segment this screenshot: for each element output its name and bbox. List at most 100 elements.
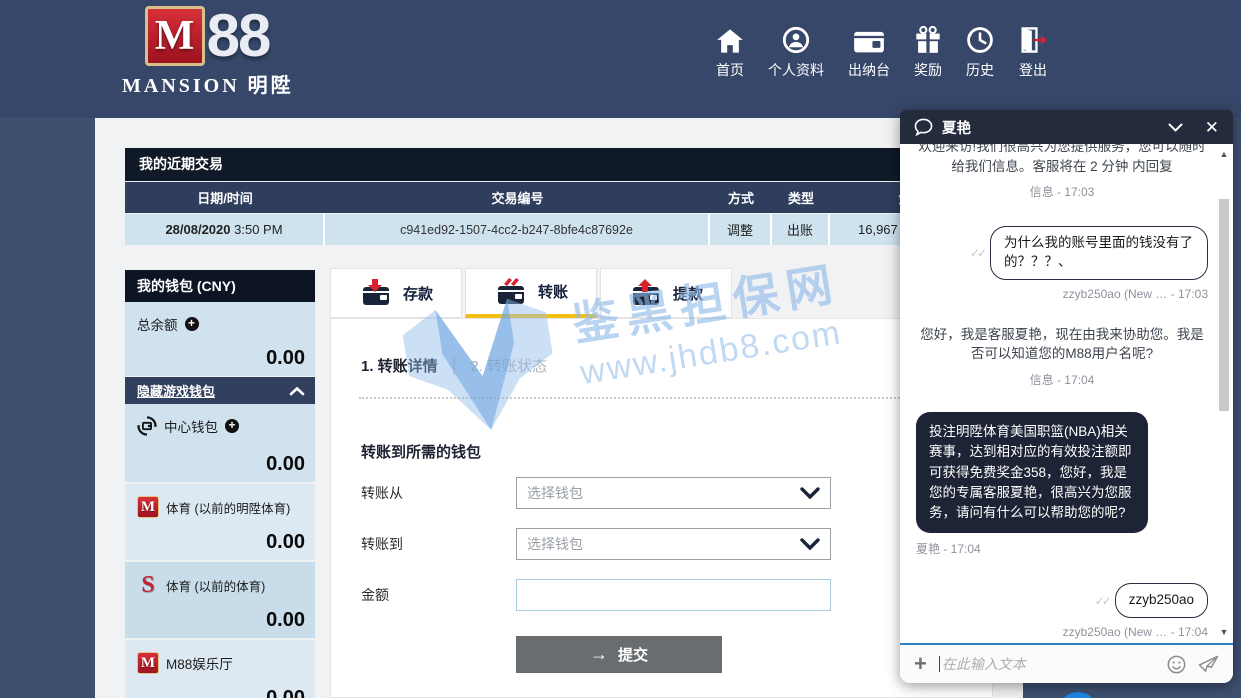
wallet-item-label: 中心钱包	[164, 416, 218, 436]
transfer-to-row: 转账到 选择钱包	[361, 528, 971, 560]
m88-casino-wallet-item: M M88娱乐厅 0.00	[125, 640, 315, 698]
logout-icon	[1018, 24, 1048, 54]
wallet-item-label: 体育 (以前的体育)	[166, 576, 265, 595]
chat-window: 夏艳 ✕ 欢迎来访!我们很高兴为您提供服务，您可以随时给我们信息。客服将在 2 …	[900, 110, 1233, 683]
transfer-from-row: 转账从 选择钱包	[361, 477, 971, 509]
recent-transactions: 我的近期交易 日期/时间 交易编号 方式 类型 金额 28/08/2020 3:…	[125, 148, 993, 245]
chat-bubble-icon	[914, 118, 933, 136]
transactions-header-row: 日期/时间 交易编号 方式 类型 金额	[125, 182, 993, 213]
tx-date-cell: 28/08/2020 3:50 PM	[125, 214, 325, 245]
chat-minimize-icon[interactable]	[1168, 123, 1183, 132]
tx-type-cell: 出账	[772, 214, 830, 245]
add-funds-icon[interactable]: +	[185, 317, 199, 331]
home-icon	[716, 24, 744, 54]
chat-input-bar: +	[900, 643, 1233, 683]
wallet-title: 我的钱包 (CNY)	[125, 270, 315, 302]
hidden-wallets-toggle[interactable]: 隐藏游戏钱包	[125, 377, 315, 404]
total-balance-section: 总余额 + 0.00	[125, 302, 315, 376]
transactions-title: 我的近期交易	[125, 148, 993, 181]
m88-logo[interactable]: M 88 MANSION 明陞	[122, 6, 292, 98]
chat-launcher-button[interactable]	[1058, 692, 1098, 698]
add-central-wallet-icon[interactable]: +	[225, 419, 239, 433]
nav-history[interactable]: 历史	[966, 24, 994, 80]
logo-subtitle: MANSION 明陞	[122, 69, 292, 98]
message-meta: zzyb250ao (New … - 17:04	[916, 625, 1208, 639]
nav-logout[interactable]: 登出	[1018, 24, 1048, 80]
text-caret	[939, 656, 940, 672]
wallet-item-amount: 0.00	[266, 687, 305, 698]
transfer-steps: 1. 转账详情 | 2. 转账状态	[361, 355, 547, 376]
chat-messages: 欢迎来访!我们很高兴为您提供服务，您可以随时给我们信息。客服将在 2 分钟 内回…	[900, 144, 1216, 643]
nav-rewards[interactable]: 奖励	[914, 24, 942, 80]
rewards-icon	[915, 24, 941, 54]
system-message: 您好，我是客服夏艳，现在由我来协助您。我是否可以知道您的M88用户名呢?	[916, 325, 1208, 364]
nav-cashier[interactable]: 出纳台	[848, 24, 890, 80]
cashier-icon	[853, 24, 885, 54]
visitor-message: ✓✓ 为什么我的账号里面的钱没有了的？？？、	[916, 226, 1208, 280]
message-meta: 信息 - 17:04	[916, 371, 1208, 388]
message-meta: 信息 - 17:03	[916, 183, 1208, 200]
wallet-item-amount: 0.00	[266, 609, 305, 632]
history-icon	[966, 24, 994, 54]
logo-88-text: 88	[207, 6, 270, 66]
attach-plus-icon[interactable]: +	[914, 653, 927, 675]
arrow-right-icon: →	[590, 644, 608, 665]
send-icon[interactable]	[1198, 655, 1219, 674]
wallet-sidebar: 我的钱包 (CNY) 总余额 + 0.00 隐藏游戏钱包 中心钱包 + 0.00	[125, 270, 315, 698]
deposit-wallet-icon	[359, 278, 395, 308]
divider	[359, 397, 967, 399]
central-wallet-item: 中心钱包 + 0.00	[125, 404, 315, 482]
wallet-item-label: M88娱乐厅	[166, 653, 233, 673]
s-sports-icon: S	[137, 574, 159, 596]
total-balance-label: 总余额	[137, 314, 178, 334]
cashier-tabs: 存款 转账 提款	[330, 268, 732, 318]
chat-text-input[interactable]	[942, 656, 1155, 672]
scroll-down-icon[interactable]: ▼	[1218, 627, 1230, 637]
message-meta: zzyb250ao (New … - 17:03	[916, 287, 1208, 301]
visitor-message: ✓✓ zzyb250ao	[916, 583, 1208, 618]
nav-profile[interactable]: 个人资料	[768, 24, 824, 80]
chat-header: 夏艳 ✕	[900, 110, 1233, 144]
read-receipt-icon: ✓✓	[970, 246, 984, 260]
profile-icon	[782, 24, 810, 54]
chat-close-icon[interactable]: ✕	[1205, 119, 1219, 136]
central-wallet-icon	[137, 416, 157, 436]
tab-withdraw[interactable]: 提款	[600, 268, 732, 318]
m88-logo-icon: M	[145, 6, 205, 66]
sports-legacy-wallet-item: S 体育 (以前的体育) 0.00	[125, 562, 315, 638]
scroll-up-icon[interactable]: ▲	[1218, 149, 1230, 159]
step-transfer-details: 1. 转账详情	[361, 355, 438, 376]
step-transfer-status: 2. 转账状态	[470, 355, 547, 376]
chevron-down-icon	[800, 487, 820, 499]
nav-home[interactable]: 首页	[716, 24, 744, 80]
transfer-from-select[interactable]: 选择钱包	[516, 477, 831, 509]
total-balance-amount: 0.00	[266, 347, 305, 370]
emoji-icon[interactable]	[1167, 655, 1186, 674]
system-message: 欢迎来访!我们很高兴为您提供服务，您可以随时给我们信息。客服将在 2 分钟 内回…	[916, 144, 1208, 176]
withdraw-wallet-icon	[629, 278, 665, 308]
wallet-item-label: 体育 (以前的明陞体育)	[166, 498, 290, 517]
wallet-item-amount: 0.00	[266, 531, 305, 554]
table-row: 28/08/2020 3:50 PM c941ed92-1507-4cc2-b2…	[125, 214, 993, 245]
tab-deposit[interactable]: 存款	[330, 268, 462, 318]
tx-id-cell: c941ed92-1507-4cc2-b247-8bfe4c87692e	[325, 214, 710, 245]
transfer-to-select[interactable]: 选择钱包	[516, 528, 831, 560]
scrollbar-thumb[interactable]	[1219, 199, 1229, 411]
chat-agent-name: 夏艳	[942, 117, 1168, 138]
agent-message: 投注明陞体育美国职篮(NBA)相关赛事，达到相对应的有效投注额即可获得免费奖金3…	[916, 412, 1208, 533]
amount-row: 金额	[361, 579, 971, 611]
transfer-wallet-icon	[494, 277, 530, 307]
read-receipt-icon: ✓✓	[1095, 594, 1109, 608]
transfer-card: 1. 转账详情 | 2. 转账状态 转账到所需的钱包 转账从 选择钱包 转账到 …	[330, 318, 993, 698]
amount-input[interactable]	[516, 579, 831, 611]
form-title: 转账到所需的钱包	[361, 441, 481, 462]
top-header: M 88 MANSION 明陞 首页 个人资料	[0, 0, 1241, 118]
submit-button[interactable]: → 提交	[516, 636, 722, 673]
chat-scrollbar[interactable]: ▲ ▼	[1217, 147, 1231, 639]
m88-casino-icon: M	[137, 652, 159, 674]
chevron-down-icon	[800, 538, 820, 550]
tab-transfer[interactable]: 转账	[465, 268, 597, 318]
page: M 88 MANSION 明陞 首页 个人资料	[0, 0, 1241, 698]
main-nav: 首页 个人资料 出纳台 奖励	[716, 24, 1048, 80]
message-meta: 夏艳 - 17:04	[916, 540, 1208, 557]
